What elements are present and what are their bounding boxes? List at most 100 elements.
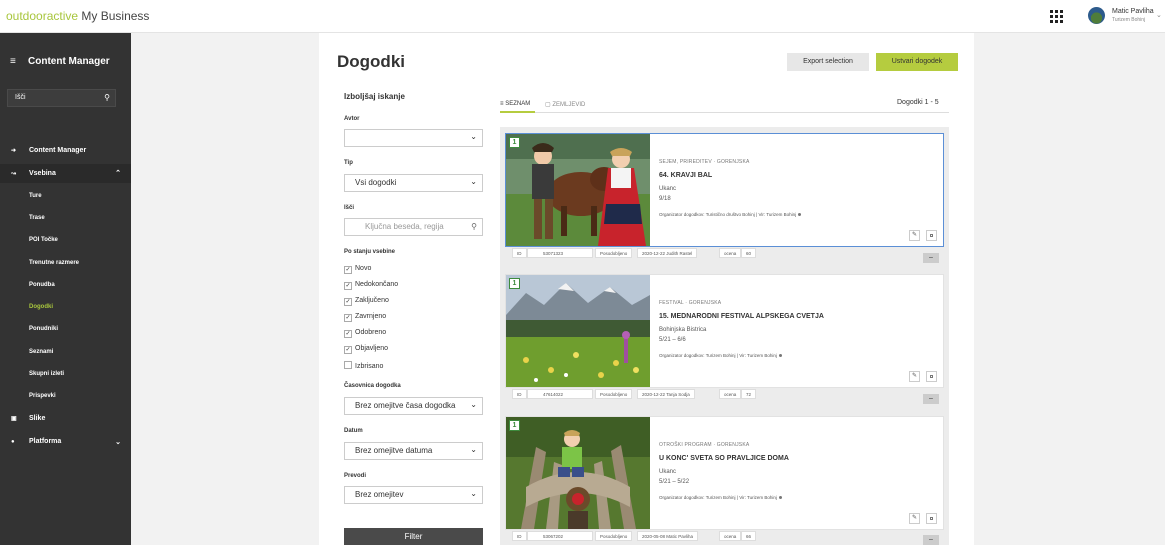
sidebar-subitem-offers[interactable]: Ponudba [29, 282, 55, 288]
author-select[interactable]: ⌄ [344, 129, 483, 147]
collapse-button[interactable]: – [923, 535, 939, 545]
sidebar-subitem-group-trips[interactable]: Skupni izleti [29, 371, 64, 377]
user-name[interactable]: Matic Pavliha [1112, 8, 1154, 15]
info-icon[interactable] [798, 213, 802, 216]
tab-list[interactable]: ≡ SEZNAM [500, 101, 530, 107]
checkbox-checked-icon[interactable]: ✓ [344, 346, 352, 354]
event-title[interactable]: 64. KRAVJI BAL [659, 172, 712, 179]
date-select-value: Brez omejitve datuma [355, 446, 433, 455]
timeline-select[interactable]: Brez omejitve časa dogodka ⌄ [344, 397, 483, 415]
event-category: FESTIVAL · GORENJSKA [659, 300, 722, 306]
chevron-down-icon: ⌄ [470, 445, 477, 454]
export-selection-button[interactable]: Export selection [787, 53, 869, 71]
sidebar-item-vsebina[interactable]: ↝ Vsebina ⌃ [0, 164, 131, 183]
select-checkbox[interactable] [926, 371, 937, 382]
status-checkbox-approved[interactable]: ✓ Odobreno [344, 329, 386, 338]
sidebar-subitem-events[interactable]: Dogodki [29, 304, 53, 310]
search-icon[interactable]: ⚲ [471, 222, 477, 231]
date-label: Datum [344, 428, 363, 434]
sidebar-subitem-conditions[interactable]: Trenutne razmere [29, 260, 79, 266]
event-type-badge: 1 [509, 278, 520, 289]
sidebar-item-slike[interactable]: ▣ Slike [0, 415, 131, 422]
filter-button[interactable]: Filter [344, 528, 483, 545]
status-checkbox-deleted[interactable]: Izbrisano [344, 361, 383, 370]
collapse-button[interactable]: – [923, 394, 939, 404]
chevron-up-icon: ⌃ [115, 170, 121, 177]
image-icon: ▣ [11, 416, 17, 422]
keyword-search-input[interactable]: Ključna beseda, regija ⚲ [344, 218, 483, 236]
translations-select[interactable]: Brez omejitev ⌄ [344, 486, 483, 504]
event-title[interactable]: 15. MEDNARODNI FESTIVAL ALPSKEGA CVETJA [659, 313, 824, 320]
apps-grid-icon[interactable] [1050, 10, 1063, 23]
event-location: Bohinjska Bistrica [659, 327, 707, 333]
sidebar-subitem-trase[interactable]: Trase [29, 215, 45, 221]
select-checkbox[interactable] [926, 513, 937, 524]
chevron-down-icon[interactable]: ⌄ [1156, 11, 1162, 19]
avatar[interactable] [1088, 7, 1105, 24]
results-count: Dogodki 1 - 5 [897, 99, 939, 106]
edit-icon[interactable]: ✎ [909, 513, 920, 524]
meta-rating-label: ocena [719, 248, 742, 258]
status-label: Po stanju vsebine [344, 249, 396, 255]
user-organization: Turizem Bohinj [1112, 17, 1146, 23]
checkbox-label: Nedokončano [355, 281, 399, 288]
event-photo[interactable]: 1 [506, 134, 650, 246]
event-location: Ukanc [659, 469, 677, 475]
checkbox-label: Novo [355, 265, 372, 272]
event-type-badge: 1 [509, 420, 520, 431]
checkbox-unchecked-icon[interactable] [344, 361, 352, 369]
status-checkbox-incomplete[interactable]: ✓ Nedokončano [344, 281, 398, 290]
info-icon[interactable] [778, 496, 782, 499]
sidebar-subitem-contributions[interactable]: Prispevki [29, 393, 56, 399]
event-photo[interactable]: 1 [506, 275, 650, 387]
route-icon: ↝ [11, 171, 17, 177]
list-item[interactable]: 1 SEJEM, PRIREDITEV · GORENJSKA 64. KRAV… [505, 133, 944, 247]
select-checkbox[interactable] [926, 230, 937, 241]
meta-updated-label: Posodobljeno [595, 389, 633, 399]
translations-select-value: Brez omejitev [355, 490, 404, 499]
checkbox-checked-icon[interactable]: ✓ [344, 314, 352, 322]
chevron-down-icon: ⌄ [470, 132, 477, 141]
app-logo[interactable]: outdooractive My Business [6, 9, 149, 23]
list-item[interactable]: 1 FESTIVAL · GORENJSKA 15. MEDNARODNI FE… [505, 274, 944, 388]
status-checkbox-rejected[interactable]: ✓ Zavrnjeno [344, 313, 386, 322]
status-checkbox-completed[interactable]: ✓ Zaključeno [344, 297, 389, 306]
checkbox-checked-icon[interactable]: ✓ [344, 330, 352, 338]
list-item[interactable]: 1 OTROŠKI PROGRAM · GORENJSKA U KONC' SV… [505, 416, 944, 530]
edit-icon[interactable]: ✎ [909, 230, 920, 241]
info-icon[interactable] [778, 354, 782, 357]
status-checkbox-new[interactable]: ✓ Novo [344, 265, 371, 274]
type-label: Tip [344, 160, 353, 166]
sidebar-item-label: Platforma [29, 438, 62, 445]
meta-updated: 2020-12-22 Tanja Sodja [637, 389, 695, 399]
meta-rating-label: ocena [719, 531, 742, 541]
checkbox-checked-icon[interactable]: ✓ [344, 282, 352, 290]
event-organizer-text: Organizator dogodkov: Turizem Bohinj | V… [659, 495, 777, 500]
checkbox-label: Izbrisano [355, 363, 384, 370]
collapse-button[interactable]: – [923, 253, 939, 263]
type-select[interactable]: Vsi dogodki ⌄ [344, 174, 483, 192]
event-photo[interactable]: 1 [506, 417, 650, 529]
sidebar-item-platforma[interactable]: ● Platforma ⌄ [0, 438, 131, 446]
edit-icon[interactable]: ✎ [909, 371, 920, 382]
search-icon[interactable]: ⚲ [104, 93, 110, 102]
brand-name: outdooractive [6, 9, 79, 23]
sidebar-item-content-manager[interactable]: ➜ Content Manager [0, 147, 131, 154]
sidebar-header[interactable]: ≡ Content Manager [10, 56, 110, 67]
sidebar-subitem-lists[interactable]: Seznami [29, 349, 53, 355]
checkbox-checked-icon[interactable]: ✓ [344, 298, 352, 306]
checkbox-checked-icon[interactable]: ✓ [344, 266, 352, 274]
tab-map[interactable]: ▢ ZEMLJEVID [545, 101, 585, 108]
create-event-button[interactable]: Ustvari dogodek [876, 53, 958, 71]
status-checkbox-published[interactable]: ✓ Objavljeno [344, 345, 388, 354]
sidebar-subitem-ture[interactable]: Ture [29, 193, 42, 199]
event-title[interactable]: U KONC' SVETA SO PRAVLJICE DOMA [659, 455, 789, 462]
date-select[interactable]: Brez omejitve datuma ⌄ [344, 442, 483, 460]
sidebar-search-input[interactable]: Išči ⚲ [7, 89, 116, 107]
meta-rating: 66 [741, 531, 757, 541]
sidebar-subitem-providers[interactable]: Ponudniki [29, 326, 58, 332]
event-date: 5/21 – 6/6 [659, 337, 686, 343]
sidebar-subitem-poi[interactable]: POI Točke [29, 237, 58, 243]
timeline-select-value: Brez omejitve časa dogodka [355, 401, 456, 410]
list-icon: ≡ [500, 101, 504, 107]
